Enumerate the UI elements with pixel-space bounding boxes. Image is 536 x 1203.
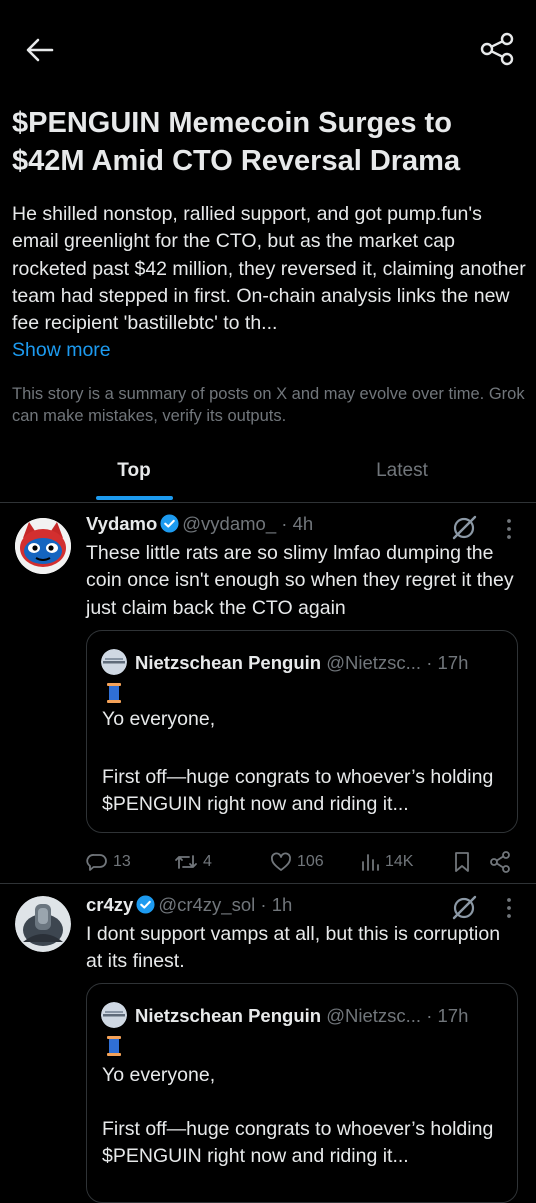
repost-count: 4 <box>203 853 212 870</box>
grok-icon[interactable] <box>450 513 478 541</box>
author-name[interactable]: Vydamo <box>86 513 157 534</box>
top-bar <box>0 0 536 100</box>
post-header: cr4zy @cr4zy_sol · 1h <box>86 894 292 916</box>
author-name[interactable]: cr4zy <box>86 894 133 915</box>
tab-top[interactable]: Top <box>0 448 268 502</box>
summary-text: He shilled nonstop, rallied support, and… <box>12 203 526 335</box>
thread-spool-icon <box>107 1036 121 1056</box>
more-options-icon[interactable] <box>500 896 518 920</box>
story-title: $PENGUIN Memecoin Surges to $42M Amid CT… <box>12 107 461 177</box>
verified-badge-icon <box>160 514 179 533</box>
quoted-post-text: First off—huge congrats to whoever’s hol… <box>102 766 494 816</box>
quoted-post-line: Yo everyone, <box>102 1064 216 1086</box>
story-summary: He shilled nonstop, rallied support, and… <box>12 201 527 365</box>
avatar[interactable] <box>15 896 71 952</box>
grok-icon[interactable] <box>450 893 478 921</box>
like-button[interactable]: 106 <box>270 848 324 876</box>
views-button[interactable]: 14K <box>360 848 413 876</box>
view-count: 14K <box>385 853 414 870</box>
author-handle[interactable]: @vydamo_ <box>182 513 276 534</box>
quoted-post-time: · 17h <box>426 1005 469 1026</box>
selected-tab-indicator <box>96 496 173 500</box>
reply-button[interactable]: 13 <box>86 848 131 876</box>
post-header: Vydamo @vydamo_ · 4h <box>86 513 313 535</box>
show-more-link[interactable]: Show more <box>12 337 527 364</box>
share-post-icon[interactable] <box>488 848 512 876</box>
arrow-left-icon <box>26 38 54 62</box>
repost-icon <box>175 855 197 869</box>
quoted-post-time: · 17h <box>426 652 469 673</box>
post-text: These little rats are so slimy lmfao dum… <box>86 542 514 619</box>
post-time: · 1h <box>260 894 293 915</box>
tab-latest[interactable]: Latest <box>268 448 536 502</box>
avatar[interactable] <box>15 518 71 574</box>
author-handle[interactable]: @cr4zy_sol <box>158 894 255 915</box>
like-count: 106 <box>297 853 324 870</box>
post[interactable]: Vydamo @vydamo_ · 4h These little rats ar… <box>0 503 536 884</box>
quoted-author-name: Nietzschean Penguin <box>135 1005 322 1026</box>
post[interactable]: cr4zy @cr4zy_sol · 1h I dont support vamp… <box>0 884 536 1203</box>
post-text: I dont support vamps at all, but this is… <box>86 923 501 973</box>
back-button[interactable] <box>22 32 58 68</box>
quoted-author-name: Nietzschean Penguin <box>135 652 322 673</box>
share-button[interactable] <box>478 30 516 68</box>
reply-icon <box>86 854 107 871</box>
quoted-post-line: Yo everyone, <box>102 708 216 730</box>
quoted-avatar <box>101 1002 127 1028</box>
verified-badge-icon <box>136 895 155 914</box>
quoted-post-header: Nietzschean Penguin @Nietzsc... · 17h <box>101 1002 468 1028</box>
quoted-post[interactable]: Nietzschean Penguin @Nietzsc... · 17h Yo… <box>86 983 518 1203</box>
repost-button[interactable]: 4 <box>174 848 212 876</box>
quoted-author-handle: @Nietzsc... <box>326 652 422 673</box>
quoted-author-handle: @Nietzsc... <box>326 1005 422 1026</box>
thread-spool-icon <box>107 683 121 703</box>
cat-avatar-image <box>15 518 71 574</box>
post-time: · 4h <box>281 513 314 534</box>
quoted-post[interactable]: Nietzschean Penguin @Nietzsc... · 17h Yo… <box>86 630 518 833</box>
post-actions: 13 4 106 14K <box>86 848 526 878</box>
more-options-icon[interactable] <box>500 517 518 541</box>
grok-disclaimer: This story is a summary of posts on X an… <box>12 385 525 425</box>
quoted-post-text: First off—huge congrats to whoever’s hol… <box>102 1118 494 1168</box>
reply-count: 13 <box>113 853 131 870</box>
bookmark-icon[interactable] <box>452 848 472 876</box>
tab-bar: Top Latest <box>0 448 536 503</box>
heart-icon <box>271 852 291 871</box>
quoted-post-header: Nietzschean Penguin @Nietzsc... · 17h <box>101 649 468 675</box>
cr4zy-avatar-image <box>15 896 71 952</box>
share-icon <box>480 32 514 66</box>
quoted-avatar <box>101 649 127 675</box>
views-chart-icon <box>362 854 379 871</box>
